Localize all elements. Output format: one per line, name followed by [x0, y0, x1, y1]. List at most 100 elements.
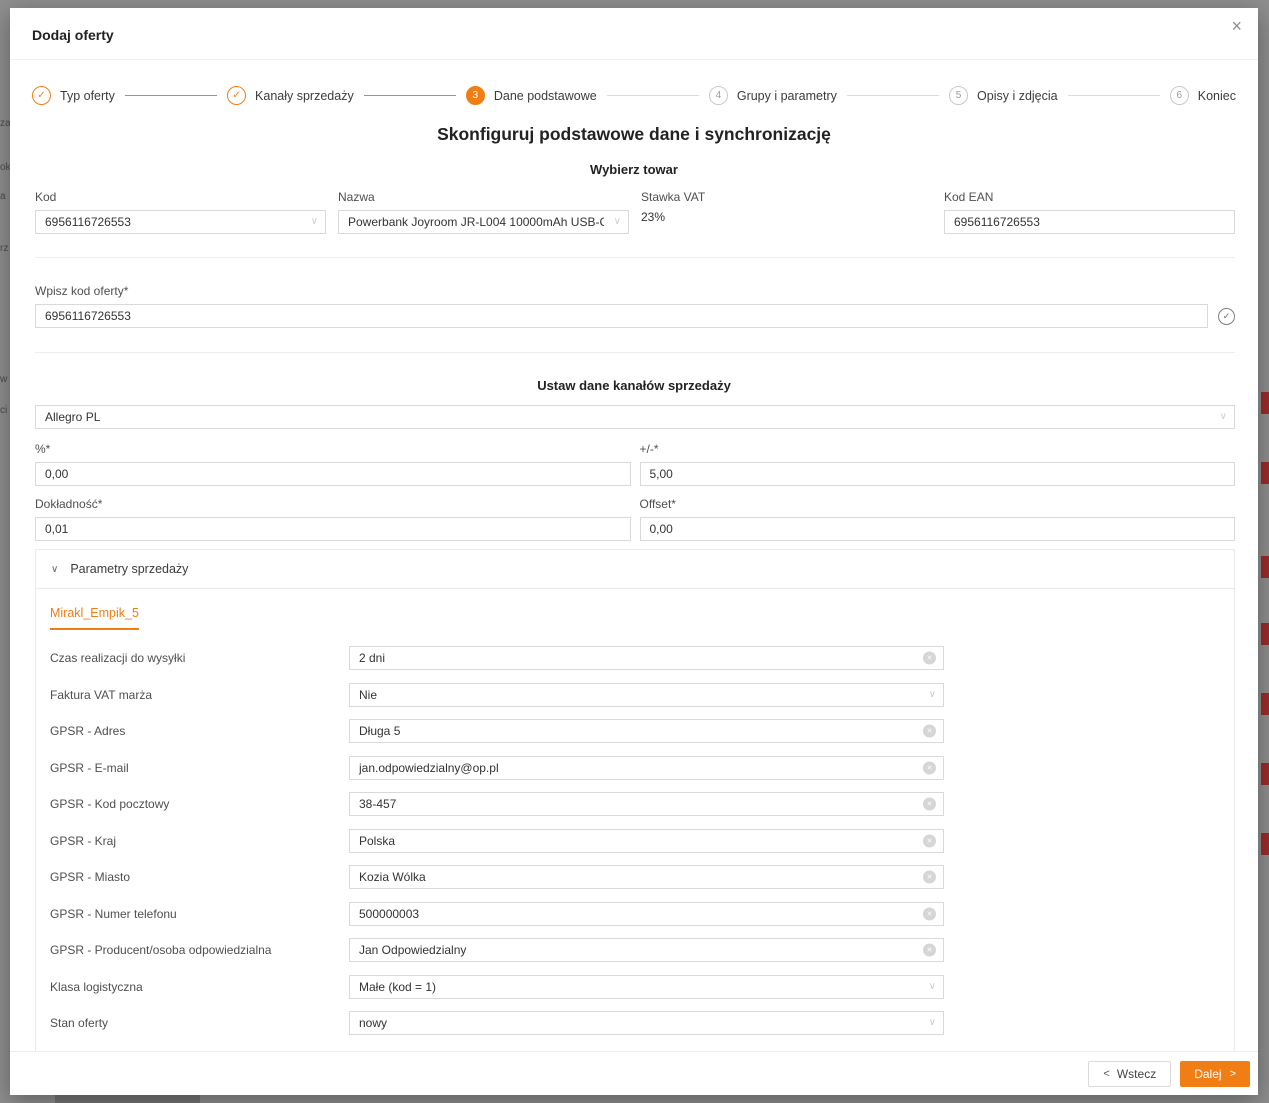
percent-input[interactable] [35, 462, 631, 486]
step-number: 5 [949, 86, 968, 105]
param-select-value[interactable] [349, 1011, 944, 1035]
chevron-down-icon[interactable]: ∨ [311, 216, 318, 227]
clear-icon[interactable]: × [923, 944, 936, 957]
param-input-value[interactable] [349, 756, 944, 780]
param-row-gpsr-telefon: GPSR - Numer telefonu × [50, 896, 1220, 933]
chevron-down-icon[interactable]: ∨ [929, 689, 936, 700]
sales-parameters-panel: ∨ Parametry sprzedaży Mirakl_Empik_5 Cza… [35, 549, 1235, 1055]
sales-parameters-collapse-header[interactable]: ∨ Parametry sprzedaży [36, 550, 1234, 589]
param-input[interactable]: × [349, 938, 944, 962]
chevron-down-icon[interactable]: ∨ [51, 564, 58, 575]
channel-select-wrap: ∨ [35, 405, 1235, 429]
background-red-fragment [1261, 392, 1269, 414]
clear-icon[interactable]: × [923, 907, 936, 920]
field-nazwa: Nazwa ∨ [338, 190, 629, 234]
offset-input-value[interactable] [640, 517, 1236, 541]
field-percent: %* [35, 431, 631, 486]
param-row-gpsr-producent: GPSR - Producent/osoba odpowiedzialna × [50, 932, 1220, 969]
stawka-vat-value: 23% [641, 210, 932, 224]
divider [35, 352, 1235, 353]
plus-minus-input-value[interactable] [640, 462, 1236, 486]
param-select[interactable]: ∨ [349, 1011, 944, 1035]
step-koniec: 6 Koniec [1170, 86, 1236, 105]
tab-mirakl-empik-5[interactable]: Mirakl_Empik_5 [50, 606, 139, 630]
kod-select-value[interactable] [35, 210, 326, 234]
step-dane-podstawowe[interactable]: 3 Dane podstawowe [466, 86, 597, 105]
clear-icon[interactable]: × [923, 871, 936, 884]
step-kanaly-sprzedazy[interactable]: ✓ Kanały sprzedaży [227, 86, 354, 105]
param-input-value[interactable] [349, 865, 944, 889]
param-input[interactable]: × [349, 902, 944, 926]
param-label: GPSR - E-mail [50, 761, 349, 775]
parameter-rows: Czas realizacji do wysyłki × Faktura VAT… [36, 630, 1234, 1054]
param-input-value[interactable] [349, 719, 944, 743]
chevron-down-icon[interactable]: ∨ [614, 216, 621, 227]
param-input-value[interactable] [349, 938, 944, 962]
offer-code-label: Wpisz kod oferty* [35, 284, 1235, 298]
step-check-icon: ✓ [227, 86, 246, 105]
param-select[interactable]: ∨ [349, 975, 944, 999]
back-button-label: Wstecz [1117, 1067, 1156, 1081]
clear-icon[interactable]: × [923, 725, 936, 738]
background-text-fragment: ok [0, 162, 11, 173]
section-heading-kanaly: Ustaw dane kanałów sprzedaży [10, 378, 1258, 393]
background-text-fragment: w [0, 374, 7, 385]
param-input[interactable]: × [349, 646, 944, 670]
next-button[interactable]: Dalej > [1180, 1061, 1250, 1087]
chevron-down-icon[interactable]: ∨ [929, 981, 936, 992]
next-arrow-icon: > [1230, 1068, 1236, 1080]
nazwa-select-value[interactable] [338, 210, 629, 234]
percent-input-value[interactable] [35, 462, 631, 486]
percent-label: %* [35, 442, 631, 456]
param-input[interactable]: × [349, 792, 944, 816]
param-label: GPSR - Producent/osoba odpowiedzialna [50, 943, 349, 957]
background-text-fragment: ci [0, 405, 7, 416]
kod-ean-input[interactable] [944, 210, 1235, 234]
param-input-value[interactable] [349, 829, 944, 853]
param-input[interactable]: × [349, 865, 944, 889]
step-number: 6 [1170, 86, 1189, 105]
section-heading-wybierz-towar: Wybierz towar [10, 162, 1258, 177]
back-button[interactable]: < Wstecz [1088, 1061, 1171, 1087]
chevron-down-icon[interactable]: ∨ [929, 1017, 936, 1028]
nazwa-select[interactable]: ∨ [338, 210, 629, 234]
kod-ean-input-value[interactable] [944, 210, 1235, 234]
offer-code-input-value[interactable] [35, 304, 1208, 328]
param-select-value[interactable] [349, 683, 944, 707]
param-input[interactable]: × [349, 829, 944, 853]
param-select-value[interactable] [349, 975, 944, 999]
param-input[interactable]: × [349, 756, 944, 780]
field-kod-ean: Kod EAN [944, 190, 1235, 234]
close-icon[interactable]: × [1231, 17, 1242, 35]
chevron-down-icon[interactable]: ∨ [1220, 411, 1227, 422]
param-select[interactable]: ∨ [349, 683, 944, 707]
clear-icon[interactable]: × [923, 834, 936, 847]
nazwa-label: Nazwa [338, 190, 629, 204]
channel-select-value[interactable] [35, 405, 1235, 429]
precision-input-value[interactable] [35, 517, 631, 541]
param-input-value[interactable] [349, 646, 944, 670]
plus-minus-input[interactable] [640, 462, 1236, 486]
step-check-icon: ✓ [32, 86, 51, 105]
background-red-fragment [1261, 763, 1269, 785]
step-opisy-i-zdjecia: 5 Opisy i zdjęcia [949, 86, 1058, 105]
step-label: Typ oferty [60, 89, 115, 103]
param-label: GPSR - Miasto [50, 870, 349, 884]
kod-select[interactable]: ∨ [35, 210, 326, 234]
param-input-value[interactable] [349, 902, 944, 926]
background-text-fragment: za [0, 118, 11, 129]
param-input[interactable]: × [349, 719, 944, 743]
param-input-value[interactable] [349, 792, 944, 816]
background-red-fragment [1261, 462, 1269, 484]
clear-icon[interactable]: × [923, 761, 936, 774]
offset-input[interactable] [640, 517, 1236, 541]
clear-icon[interactable]: × [923, 798, 936, 811]
step-typ-oferty[interactable]: ✓ Typ oferty [32, 86, 115, 105]
channel-select[interactable]: ∨ [35, 405, 1235, 429]
clear-icon[interactable]: × [923, 652, 936, 665]
param-row-gpsr-email: GPSR - E-mail × [50, 750, 1220, 787]
precision-input[interactable] [35, 517, 631, 541]
param-label: Czas realizacji do wysyłki [50, 651, 349, 665]
param-label: GPSR - Kraj [50, 834, 349, 848]
offer-code-input[interactable] [35, 304, 1208, 328]
